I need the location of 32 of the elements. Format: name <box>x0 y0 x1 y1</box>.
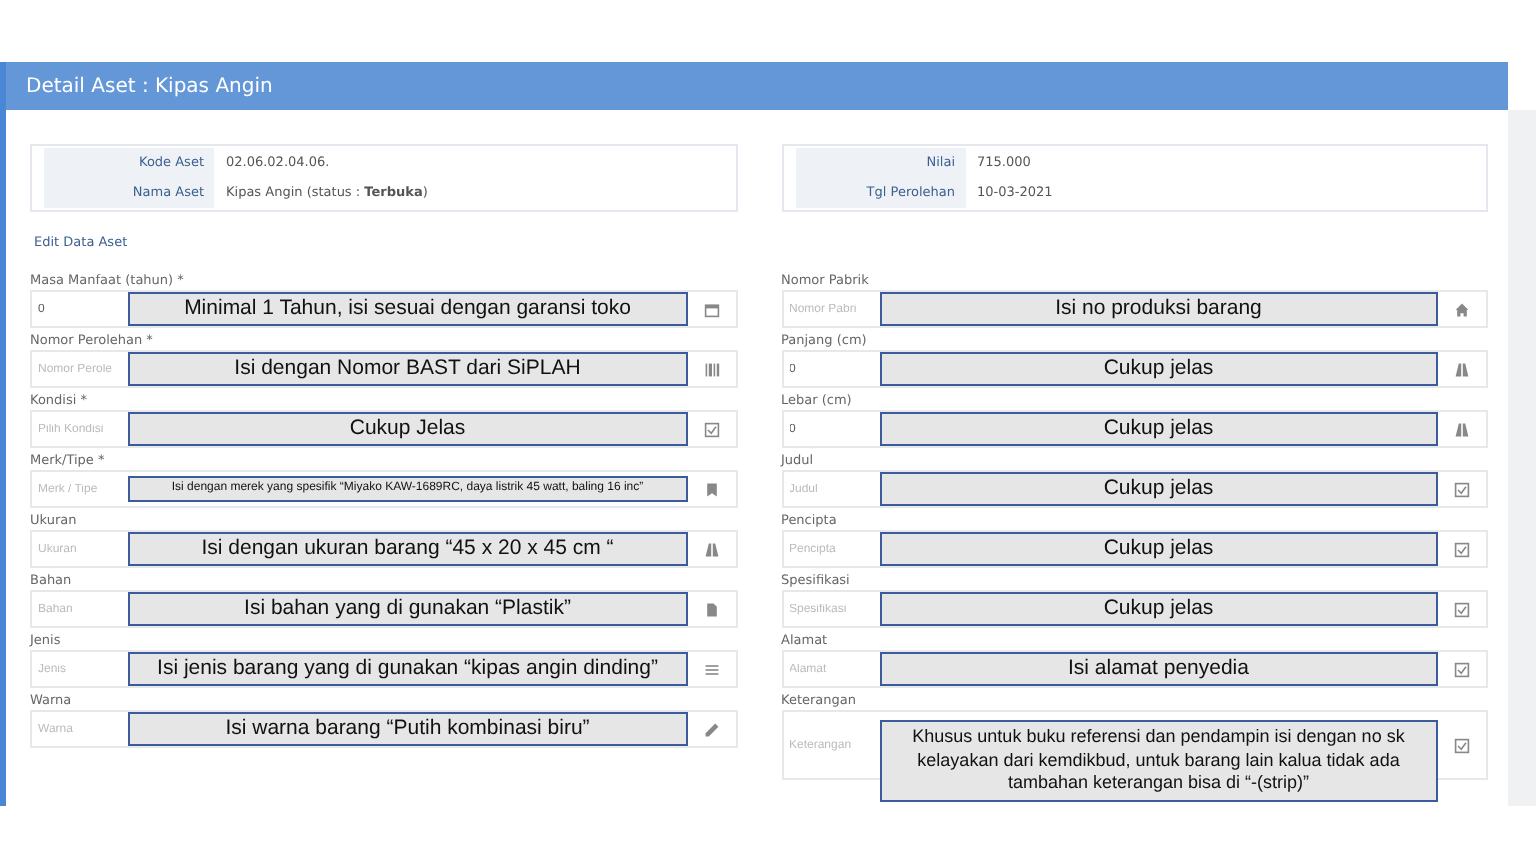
annotation-callout: Cukup jelas <box>879 352 1438 386</box>
checkbox-icon <box>1454 601 1470 617</box>
road-icon <box>703 541 719 557</box>
annotation-callout: Isi dengan ukuran barang “45 x 20 x 45 cm “ <box>128 532 687 566</box>
road-icon <box>1454 361 1470 377</box>
annotation-callout: Khusus untuk buku referensi dan pendampin isi dengan no sk kelayakan dari kemdikbud, untuk barang lain kalua tidak ada tambahan keterangan bisa di “-(strip)” <box>879 720 1438 803</box>
road-icon <box>1454 421 1470 437</box>
bookmark-icon <box>703 481 719 497</box>
annotation-callout: Cukup jelas <box>879 532 1438 566</box>
checkbox-icon <box>1454 661 1470 677</box>
annotation-callout: Cukup jelas <box>879 412 1438 446</box>
annotation-callout: Isi warna barang “Putih kombinasi biru” <box>128 712 687 746</box>
annotation-callout: Cukup Jelas <box>128 412 687 446</box>
annotation-callout: Isi alamat penyedia <box>879 652 1438 686</box>
pencil-icon <box>703 721 719 737</box>
annotation-callout: Isi bahan yang di gunakan “Plastik” <box>128 592 687 626</box>
checkbox-icon <box>1454 481 1470 497</box>
calendar-icon <box>703 301 719 317</box>
annotation-callout: Cukup jelas <box>879 472 1438 506</box>
home-icon <box>1454 301 1470 317</box>
annotation-callout: Isi jenis barang yang di gunakan “kipas angin dinding” <box>128 652 687 686</box>
checkbox-icon <box>703 421 719 437</box>
annotation-callout: Isi dengan Nomor BAST dari SiPLAH <box>128 352 687 386</box>
file-icon <box>703 601 719 617</box>
annotation-callout: Cukup jelas <box>879 592 1438 626</box>
checkbox-icon <box>1454 541 1470 557</box>
window-title: Detail Aset : Kipas Angin <box>6 62 1508 110</box>
annotation-callout: Isi no produksi barang <box>879 292 1438 326</box>
checkbox-icon <box>1454 737 1470 754</box>
barcode-icon <box>703 361 719 377</box>
list-icon <box>703 661 719 677</box>
annotation-callout: Minimal 1 Tahun, isi sesuai dengan garansi toko <box>128 292 687 326</box>
